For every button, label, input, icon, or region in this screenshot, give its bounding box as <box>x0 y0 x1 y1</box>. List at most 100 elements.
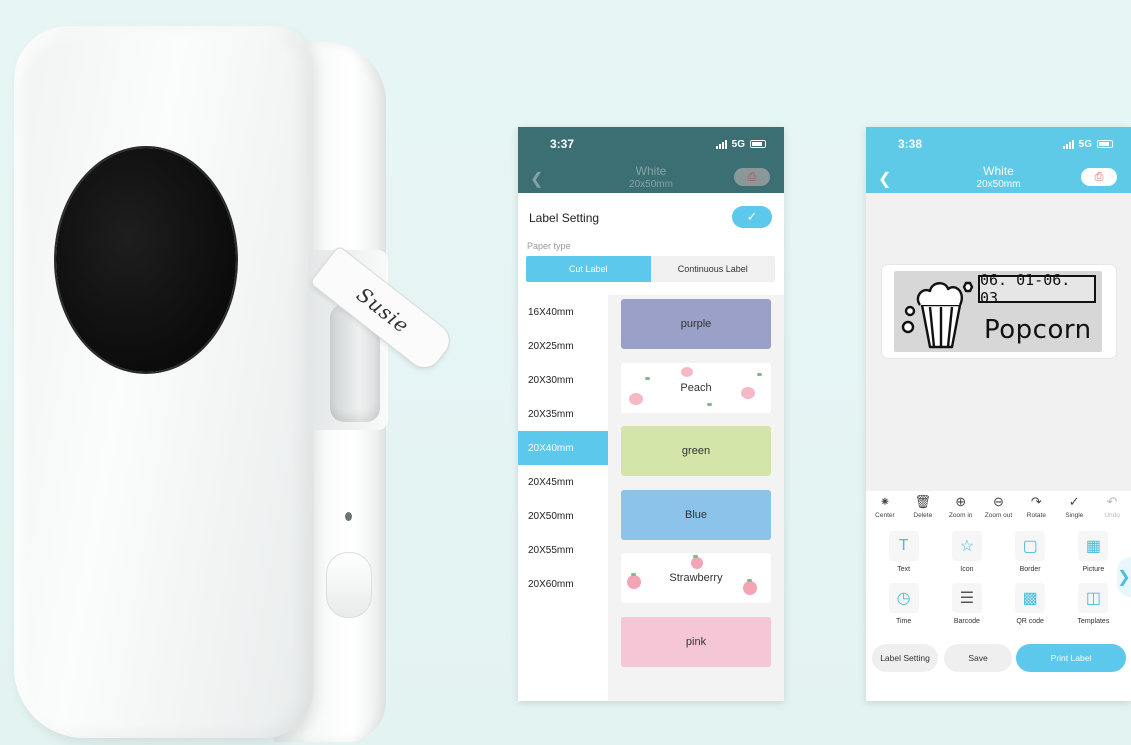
size-item[interactable]: 20X25mm <box>518 329 608 363</box>
tool-label: Icon <box>960 566 974 573</box>
phone-label-editor-screen: 3:38 5G ❮ White 20x50mm ⎙ 06. 01-06. 03 … <box>866 127 1131 701</box>
tool-label: Border <box>1019 566 1041 573</box>
swatch-blue[interactable]: Blue <box>621 489 771 540</box>
swatch-label: Peach <box>680 381 712 394</box>
status-time: 3:38 <box>898 137 923 151</box>
swatch-pink[interactable]: pink <box>621 616 771 667</box>
tool-label: QR code <box>1016 618 1044 625</box>
text-tool[interactable]: T Text <box>872 529 935 581</box>
tool-label: Text <box>897 566 911 573</box>
tool-label: Delete <box>913 512 933 519</box>
rotate-icon: ↷ <box>1030 494 1042 509</box>
qr-code-tool[interactable]: ▩ QR code <box>999 581 1062 633</box>
templates-tool[interactable]: ◫ Templates <box>1062 581 1125 633</box>
zoom-out-button[interactable]: ⊖ Zoom out <box>980 494 1018 519</box>
back-arrow-icon[interactable]: ❮ <box>530 169 543 189</box>
label-preview-canvas[interactable]: 06. 01-06. 03 Popcorn <box>882 265 1116 358</box>
swatch-label: Strawberry <box>669 572 723 584</box>
border-tool[interactable]: ▢ Border <box>999 529 1062 581</box>
tool-label: Zoom in <box>948 512 973 519</box>
nav-title: White <box>983 164 1014 178</box>
clock-icon: ◷ <box>888 583 919 613</box>
status-bar: 3:37 5G <box>518 127 784 161</box>
barcode-tool[interactable]: ☰ Barcode <box>935 581 998 633</box>
rotate-button[interactable]: ↷ Rotate <box>1017 494 1055 519</box>
swatch-label: Blue <box>684 508 708 521</box>
swatch-purple[interactable]: purple <box>621 299 771 349</box>
align-center-icon: ⁕ <box>879 494 891 509</box>
label-main-text[interactable]: Popcorn <box>984 315 1092 345</box>
trash-icon: 🗑 <box>914 494 932 509</box>
label-design-area: 06. 01-06. 03 Popcorn <box>894 271 1102 352</box>
size-item[interactable]: 16X40mm <box>518 295 608 329</box>
printer-connect-button[interactable]: ⎙ <box>1081 168 1117 186</box>
qr-code-icon: ▩ <box>1015 583 1046 613</box>
size-list: 16X40mm 20X25mm 20X30mm 20X35mm 20X40mm … <box>518 295 608 701</box>
tool-label: Undo <box>1104 512 1120 519</box>
zoom-in-button[interactable]: ⊕ Zoom in <box>942 494 980 519</box>
cut-label-tab[interactable]: Cut Label <box>526 256 651 282</box>
printer-connect-button[interactable]: ⎙ <box>734 168 770 186</box>
sheet-title: Label Setting <box>529 211 600 225</box>
size-item[interactable]: 20X50mm <box>518 499 608 533</box>
confirm-button[interactable]: ✓ <box>732 206 772 228</box>
swatch-green[interactable]: green <box>621 426 771 476</box>
popcorn-icon <box>901 281 974 349</box>
undo-button[interactable]: ↶ Undo <box>1093 494 1131 519</box>
paper-type-label: Paper type <box>527 241 571 251</box>
save-button[interactable]: Save <box>944 644 1012 672</box>
label-printer-device: Susie <box>8 12 457 742</box>
swatch-label: green <box>681 445 711 457</box>
status-time: 3:37 <box>550 137 575 151</box>
tool-label: Center <box>875 512 895 519</box>
continuous-label-tab[interactable]: Continuous Label <box>650 256 775 282</box>
nav-bar: ❮ White 20x50mm ⎙ <box>866 161 1131 193</box>
tool-label: Time <box>895 618 912 625</box>
undo-icon: ↶ <box>1106 494 1118 509</box>
print-label-button[interactable]: Print Label <box>1016 644 1126 672</box>
size-item[interactable]: 20X60mm <box>518 567 608 601</box>
tool-label: Zoom out <box>984 512 1013 519</box>
printer-icon: ⎙ <box>1094 170 1104 183</box>
bottom-action-bar: Label Setting Save Print Label <box>866 633 1131 701</box>
swatch-label: purple <box>680 318 712 330</box>
delete-button[interactable]: 🗑 Delete <box>904 494 942 519</box>
nav-title: White <box>635 164 667 178</box>
tool-label: Templates <box>1077 618 1110 625</box>
battery-icon <box>1097 140 1113 148</box>
printer-front-window <box>56 148 236 372</box>
picture-tool[interactable]: ▦ Picture <box>1062 529 1125 581</box>
back-arrow-icon[interactable]: ❮ <box>878 169 891 189</box>
size-item[interactable]: 20X30mm <box>518 363 608 397</box>
label-setting-button[interactable]: Label Setting <box>872 644 938 672</box>
zoom-in-icon: ⊕ <box>955 494 967 509</box>
tool-label: Barcode <box>953 618 980 625</box>
size-item[interactable]: 20X35mm <box>518 397 608 431</box>
size-item-selected[interactable]: 20X40mm <box>518 431 608 465</box>
single-button[interactable]: ✓ Single <box>1055 494 1093 519</box>
swatch-strawberry[interactable]: Strawberry <box>621 553 771 603</box>
text-icon: T <box>888 531 919 561</box>
label-color-list: purple Peach green Blue Strawberry pink <box>608 295 784 701</box>
center-button[interactable]: ⁕ Center <box>866 494 904 519</box>
battery-icon <box>750 140 766 148</box>
swatch-peach[interactable]: Peach <box>621 362 771 413</box>
paper-type-toggle: Cut Label Continuous Label <box>526 256 775 282</box>
label-date-text[interactable]: 06. 01-06. 03 <box>978 271 1096 307</box>
picture-icon: ▦ <box>1078 531 1109 561</box>
size-item[interactable]: 20X55mm <box>518 533 608 567</box>
printer-power-button <box>326 552 372 618</box>
nav-bar: ❮ White 20x50mm ⎙ <box>518 161 784 193</box>
icon-tool[interactable]: ☆ Icon <box>935 529 998 581</box>
nav-subtitle: 20x50mm <box>976 179 1021 190</box>
next-page-arrow-icon[interactable]: ❯ <box>1117 557 1131 597</box>
label-setting-sheet: Label Setting ✓ Paper type Cut Label Con… <box>518 199 784 701</box>
time-tool[interactable]: ◷ Time <box>872 581 935 633</box>
tool-label: Rotate <box>1026 512 1046 519</box>
network-type: 5G <box>1078 138 1092 150</box>
signal-icon <box>715 139 727 149</box>
signal-icon <box>1062 139 1074 149</box>
size-item[interactable]: 20X45mm <box>518 465 608 499</box>
templates-icon: ◫ <box>1078 583 1109 613</box>
printer-icon: ⎙ <box>747 170 757 183</box>
